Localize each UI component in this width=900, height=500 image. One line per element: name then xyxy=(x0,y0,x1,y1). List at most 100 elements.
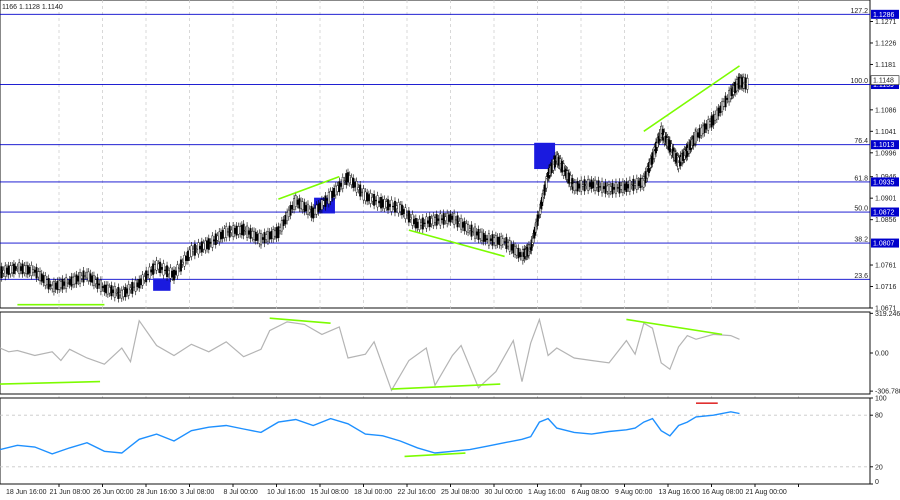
candle-body xyxy=(199,245,202,250)
candle-body xyxy=(286,212,289,221)
candle-body xyxy=(465,223,468,232)
candle-body xyxy=(124,286,127,298)
candle-body xyxy=(602,186,605,190)
candle-body xyxy=(275,227,278,239)
candle-body xyxy=(639,177,642,188)
candle-body xyxy=(574,182,577,191)
candle-body xyxy=(214,233,217,245)
candle-body xyxy=(101,286,104,289)
time-tick-label: 6 Aug 08:00 xyxy=(572,489,609,496)
cci-panel-frame xyxy=(0,311,871,395)
candle-body xyxy=(334,185,337,196)
candle-body xyxy=(456,215,459,228)
candle-body xyxy=(305,205,308,212)
candle-body xyxy=(644,171,647,184)
candle-body xyxy=(61,278,64,290)
candle-body xyxy=(599,186,602,188)
candle-body xyxy=(213,239,216,242)
candle-body xyxy=(413,219,416,224)
candle-body xyxy=(11,265,14,274)
candle-body xyxy=(407,210,410,223)
candle-body xyxy=(117,287,120,299)
candle-body xyxy=(72,276,75,285)
candle-body xyxy=(369,193,372,204)
candle-body xyxy=(178,267,181,269)
fib-level-label: 23.6 xyxy=(854,273,868,280)
candle-body xyxy=(653,146,656,159)
candle-body xyxy=(359,184,362,197)
candle-body xyxy=(728,90,731,103)
candle-body xyxy=(317,203,320,213)
time-axis: 18 Jun 16:00 21 Jun 08:00 26 Jun 00:00 28 J… xyxy=(6,484,799,496)
candle-body xyxy=(627,184,630,189)
candle-body xyxy=(708,121,711,125)
candle-body xyxy=(33,269,36,273)
candle-body xyxy=(246,225,249,238)
candle-body xyxy=(701,125,704,135)
candle-body xyxy=(159,261,162,274)
candle-body xyxy=(279,227,282,231)
time-tick-label: 26 Jun 00:00 xyxy=(93,489,134,496)
candle-body xyxy=(39,271,42,281)
candle-body xyxy=(150,269,153,273)
candle-body xyxy=(242,223,245,236)
fib-level-label: 50.0 xyxy=(854,206,868,213)
candle-body xyxy=(641,178,644,187)
candle-body xyxy=(608,184,611,195)
candle-body xyxy=(383,199,386,209)
candle-body xyxy=(569,175,572,187)
cci-tick-label: 319.2466 xyxy=(875,311,900,318)
candle-body xyxy=(474,226,477,239)
candle-body xyxy=(315,204,318,215)
candle-body xyxy=(186,250,189,262)
candle-body xyxy=(632,178,635,191)
candle-body xyxy=(143,276,146,281)
candle-body xyxy=(92,275,95,286)
candle-body xyxy=(721,101,724,112)
candle-body xyxy=(430,218,433,225)
time-tick-label: 15 Jul 08:00 xyxy=(311,489,349,496)
price-tick-label: 1.0761 xyxy=(875,263,897,270)
candle-body xyxy=(239,226,242,235)
candle-body xyxy=(348,175,351,184)
candle-body xyxy=(703,123,706,134)
candle-body xyxy=(313,208,316,215)
candle-body xyxy=(583,179,586,192)
time-tick-label: 10 Jul 16:00 xyxy=(267,489,305,496)
candle-body xyxy=(120,289,123,299)
candle-body xyxy=(225,226,228,238)
candle-body xyxy=(554,155,557,168)
candle-body xyxy=(695,130,698,143)
candle-body xyxy=(58,280,61,290)
candle-body xyxy=(637,180,640,186)
candle-body xyxy=(329,191,332,202)
candle-body xyxy=(597,180,600,193)
candle-body xyxy=(221,230,224,239)
candle-body xyxy=(277,226,280,238)
candle-body xyxy=(303,202,306,212)
candle-body xyxy=(113,285,116,298)
fib-level-label: 76.4 xyxy=(854,138,868,145)
candle-body xyxy=(580,180,583,192)
price-tick-label: 1.1226 xyxy=(875,40,897,47)
candle-body xyxy=(193,243,196,256)
candle-body xyxy=(458,221,461,224)
candle-body xyxy=(562,163,565,176)
candle-body xyxy=(585,184,588,186)
candle-body xyxy=(461,222,464,228)
candle-body xyxy=(272,229,275,240)
candle-body xyxy=(16,267,19,269)
candle-body xyxy=(185,255,188,261)
candle-body xyxy=(367,194,370,202)
price-tick-label: 1.1041 xyxy=(875,129,897,136)
candle-body xyxy=(397,202,400,214)
candle-body xyxy=(494,235,497,246)
candle-body xyxy=(425,216,428,229)
candle-body xyxy=(166,265,169,278)
candle-body xyxy=(594,179,597,191)
candle-body xyxy=(402,209,405,214)
candle-body xyxy=(489,238,492,241)
candle-body xyxy=(108,287,111,294)
candle-body xyxy=(360,191,363,194)
candle-body xyxy=(347,172,350,183)
